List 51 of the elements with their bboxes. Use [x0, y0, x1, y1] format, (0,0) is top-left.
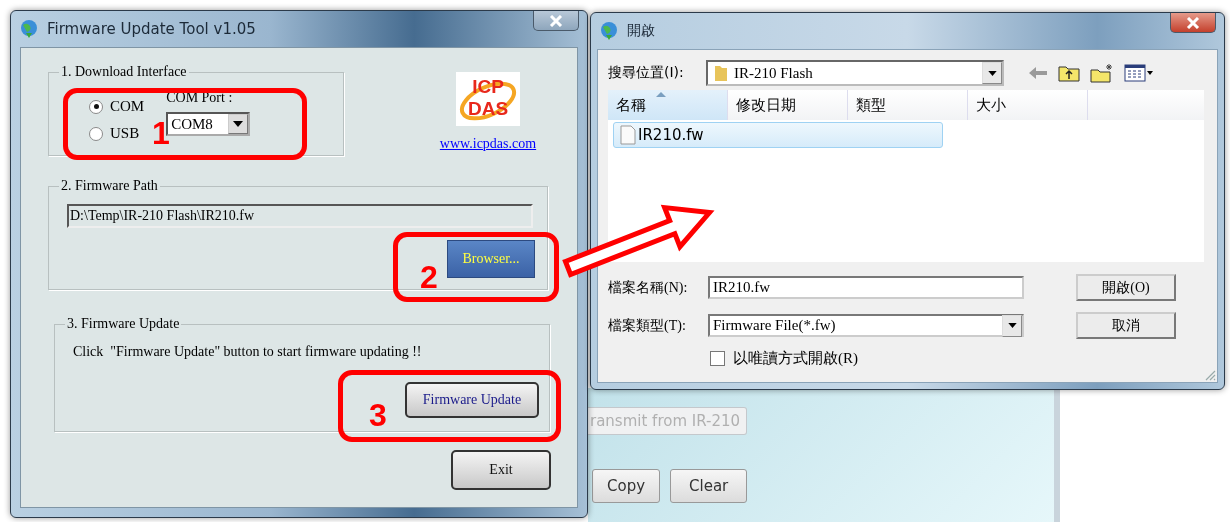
- radio-button[interactable]: [89, 99, 103, 114]
- column-header[interactable]: 類型: [848, 90, 968, 120]
- look-in-label: 搜尋位置(I):: [608, 64, 685, 82]
- resize-grip-icon[interactable]: [1204, 369, 1216, 381]
- globe-icon: [19, 19, 39, 39]
- step-number: 3: [369, 399, 387, 431]
- port-dropdown[interactable]: COM8: [166, 112, 251, 136]
- caret-icon: [1007, 323, 1017, 328]
- globe-icon: [599, 21, 619, 41]
- browse-button[interactable]: Browser...: [447, 240, 535, 278]
- look-in-dropdown[interactable]: IR-210 Flash: [706, 60, 1004, 86]
- column-header[interactable]: 大小: [968, 90, 1088, 120]
- close-icon: [548, 14, 564, 27]
- window-title: 開啟: [627, 22, 655, 40]
- caret-icon: [987, 70, 997, 76]
- column-header[interactable]: 修改日期: [728, 90, 848, 120]
- checkbox-label: 以唯讀方式開啟(R): [733, 349, 858, 368]
- close-button[interactable]: [533, 11, 579, 31]
- action-button[interactable]: Clear: [670, 469, 748, 503]
- close-icon: [1185, 16, 1201, 29]
- path-field[interactable]: D:\Temp\IR-210 Flash\IR210.fw: [67, 204, 533, 228]
- open-button[interactable]: 開啟(O): [1076, 274, 1176, 301]
- group-title: 3. Firmware Update: [66, 316, 181, 332]
- file-name-label: 檔案名稱(N):: [608, 278, 689, 297]
- view-menu-icon[interactable]: [1124, 64, 1154, 82]
- step-number: 2: [420, 261, 438, 293]
- window-title: Firmware Update Tool v1.05: [47, 20, 256, 38]
- cancel-button[interactable]: 取消: [1076, 312, 1176, 339]
- exit-button[interactable]: Exit: [451, 450, 551, 490]
- checkbox[interactable]: [710, 351, 725, 366]
- radio-label: COM: [110, 98, 145, 115]
- action-button[interactable]: Copy: [592, 469, 661, 503]
- folder-icon: [714, 64, 728, 82]
- group-title: 2. Firmware Path: [60, 178, 159, 194]
- instruction-text: Click "Firmware Update" button to start firmware updating !!: [73, 344, 423, 360]
- radio-label: USB: [110, 125, 140, 142]
- file-name-field[interactable]: IR210.fw: [708, 276, 1024, 299]
- column-header[interactable]: 名稱: [608, 90, 728, 120]
- website-link[interactable]: www.icpdas.com: [439, 136, 537, 152]
- file-icon: [620, 125, 636, 145]
- group-title: 1. Download Interface: [60, 64, 188, 80]
- close-button[interactable]: [1170, 13, 1216, 33]
- file-item[interactable]: IR210.fw: [613, 122, 943, 148]
- radio-button[interactable]: [89, 126, 103, 141]
- up-folder-icon[interactable]: [1058, 64, 1080, 82]
- file-type-label: 檔案類型(T):: [608, 316, 687, 335]
- new-folder-icon[interactable]: [1090, 63, 1114, 83]
- caret-icon: [233, 121, 244, 127]
- sort-caret-icon: [656, 92, 666, 97]
- file-type-dropdown[interactable]: Firmware File(*.fw): [708, 314, 1024, 337]
- firmware-update-button[interactable]: Firmware Update: [405, 382, 539, 418]
